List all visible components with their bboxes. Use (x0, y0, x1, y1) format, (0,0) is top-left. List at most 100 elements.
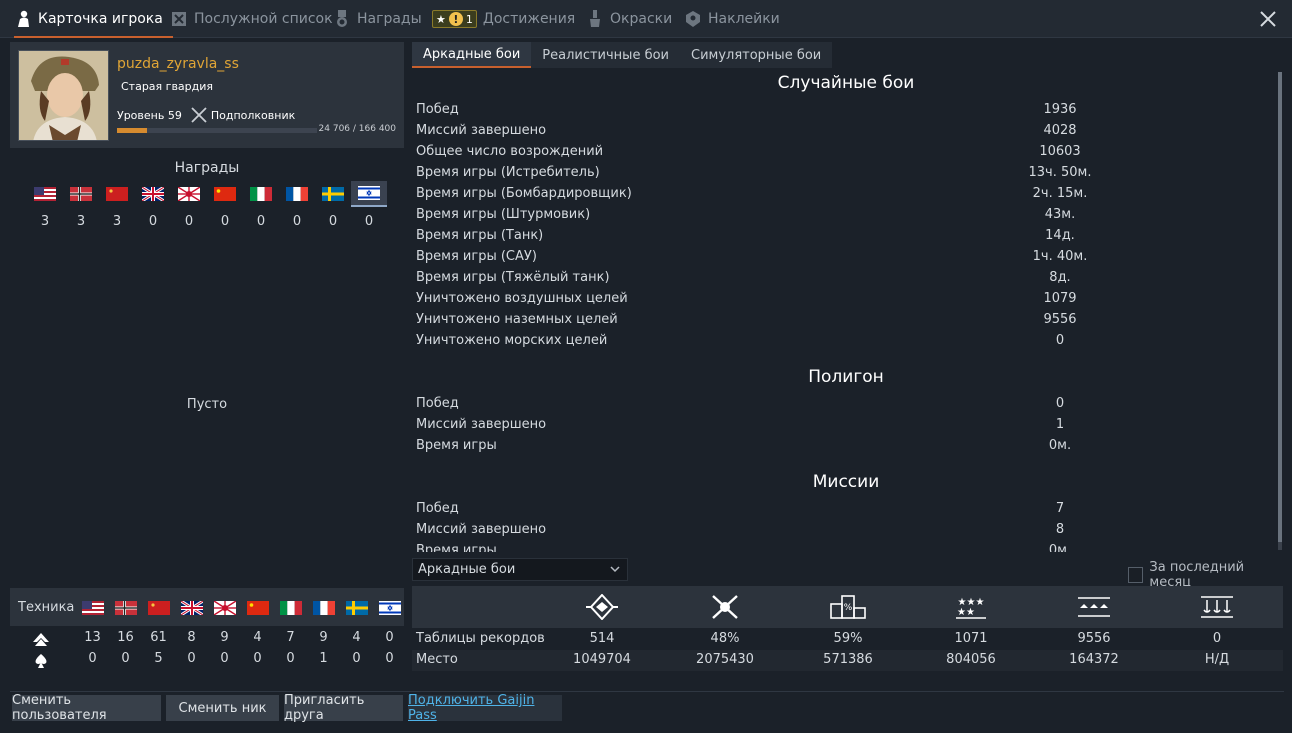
flag-sweden[interactable] (315, 181, 351, 207)
flag-usa[interactable] (27, 181, 63, 207)
stat-row: Миссий завершено 4028 (416, 123, 1276, 144)
change-nick-button[interactable]: Сменить ник (166, 695, 279, 721)
place-value: Н/Д (1204, 652, 1230, 667)
stat-row: Побед 0 (416, 396, 1276, 417)
tab-label: Послужной список (194, 11, 333, 27)
flag-britain (175, 595, 208, 621)
premium-vehicles-row: 0 0 5 0 0 0 0 1 0 0 (10, 651, 404, 671)
close-icon[interactable] (1258, 9, 1278, 29)
tab-paints[interactable]: Окраски (586, 0, 672, 38)
tab-label: Наклейки (708, 11, 780, 27)
tab-simulator[interactable]: Симуляторные бои (680, 42, 832, 68)
award-count: 3 (40, 214, 50, 229)
tab-service-record[interactable]: Послужной список (170, 0, 333, 38)
stat-row: Уничтожено воздушных целей 1079 (416, 291, 1276, 312)
stat-value: 4028 (1043, 123, 1077, 138)
checkbox[interactable] (1128, 567, 1144, 583)
flag-germany[interactable] (63, 181, 99, 207)
researched-count: 9 (319, 630, 328, 645)
awards-counts: 3 3 3 0 0 0 0 0 0 0 (27, 214, 387, 229)
svg-text:★★: ★★ (957, 607, 975, 618)
stat-row: Миссий завершено 8 (416, 522, 1276, 543)
records-value: 9556 (1077, 631, 1111, 646)
awards-country-flags (27, 181, 387, 207)
mode-dropdown[interactable]: Аркадные бои (412, 558, 628, 581)
place-row: Место 1049704 2075430 571386 804056 1643… (412, 650, 1283, 671)
flag-france[interactable] (279, 181, 315, 207)
stat-value: 43м. (1044, 207, 1076, 222)
researched-count: 4 (352, 630, 361, 645)
xp-progress-fill (117, 128, 147, 133)
place-value: 804056 (946, 652, 996, 667)
award-count: 0 (148, 214, 158, 229)
avatar[interactable] (18, 50, 109, 141)
gaijin-pass-link[interactable]: Подключить Gaijin Pass (408, 693, 562, 723)
flag-ussr[interactable] (99, 181, 135, 207)
username[interactable]: puzda_zyravla_ss (117, 56, 239, 72)
stat-label: Уничтожено морских целей (416, 333, 608, 348)
player-level: Уровень 59 (117, 108, 182, 122)
stat-row: Побед 7 (416, 501, 1276, 522)
left-panel: puzda_zyravla_ss Старая гвардия Уровень … (10, 42, 404, 692)
achievements-badge: ★ ! 1 (432, 10, 477, 28)
warning-icon: ! (448, 12, 463, 26)
tab-awards[interactable]: Награды (333, 0, 422, 38)
researched-count: 8 (187, 630, 196, 645)
decal-icon (684, 10, 702, 28)
vehicles-label: Техника (18, 600, 75, 615)
stat-label: Время игры (Тяжёлый танк) (416, 270, 610, 285)
xp-text: 24 706 / 166 400 (318, 124, 396, 134)
records-value: 59% (833, 631, 863, 646)
place-value: 2075430 (696, 652, 754, 667)
stat-row: Миссий завершено 1 (416, 417, 1276, 438)
premium-count: 0 (121, 651, 130, 666)
scrollbar-thumb[interactable] (1278, 72, 1282, 542)
stat-label: Уничтожено наземных целей (416, 312, 618, 327)
flag-israel (373, 595, 406, 621)
tab-realistic[interactable]: Реалистичные бои (531, 42, 680, 68)
tab-achievements[interactable]: ★ ! 1 Достижения (432, 0, 575, 38)
xp-progress-bar (117, 128, 317, 133)
flag-china (241, 595, 274, 621)
stats-scrollbar[interactable] (1278, 72, 1282, 550)
award-count: 0 (184, 214, 194, 229)
flag-italy[interactable] (243, 181, 279, 207)
flag-france (307, 595, 340, 621)
stat-row: Время игры (Тяжёлый танк) 8д. (416, 270, 1276, 291)
stat-value: 14д. (1045, 228, 1075, 243)
stat-row: Уничтожено наземных целей 9556 (416, 312, 1276, 333)
rank-name: Подполковник (210, 108, 296, 122)
records-value: 0 (1212, 631, 1222, 646)
place-value: 1049704 (573, 652, 631, 667)
player-title: Старая гвардия (121, 80, 214, 93)
flag-israel[interactable] (351, 181, 387, 207)
stat-value: 0 (1055, 396, 1065, 411)
section-title: Миссии (812, 472, 880, 492)
flag-china[interactable] (207, 181, 243, 207)
stat-value: 0м. (1048, 438, 1072, 453)
tab-arcade[interactable]: Аркадные бои (412, 42, 532, 68)
tab-decals[interactable]: Наклейки (684, 0, 780, 38)
stat-row: Время игры (Штурмовик) 43м. (416, 207, 1276, 228)
stats-panel: Аркадные бои Реалистичные бои Симуляторн… (410, 42, 1284, 692)
flag-italy (274, 595, 307, 621)
stat-row: Время игры (САУ) 1ч. 40м. (416, 249, 1276, 270)
records-row: Таблицы рекордов 514 48% 59% 1071 9556 0 (412, 629, 1283, 650)
flag-japan (208, 595, 241, 621)
section-title: Полигон (808, 367, 884, 387)
invite-friend-button[interactable]: Пригласить друга (284, 693, 403, 723)
game-mode-tabs: Аркадные бои Реалистичные бои Симуляторн… (412, 42, 833, 68)
place-value: 571386 (823, 652, 873, 667)
researched-count: 7 (286, 630, 295, 645)
stat-row: Время игры (Истребитель) 13ч. 50м. (416, 165, 1276, 186)
tab-player-card[interactable]: Карточка игрока (14, 0, 173, 38)
flag-japan[interactable] (171, 181, 207, 207)
stat-row: Общее число возрождений 10603 (416, 144, 1276, 165)
stat-label: Время игры (Бомбардировщик) (416, 186, 632, 201)
mode-dropdown-value: Аркадные бои (418, 562, 516, 577)
place-value: 164372 (1069, 652, 1119, 667)
stats-list[interactable]: Случайные бои Побед 1936 Миссий завершено… (416, 70, 1276, 552)
flag-britain[interactable] (135, 181, 171, 207)
switch-user-button[interactable]: Сменить пользователя (12, 693, 161, 723)
svg-text:%: % (844, 603, 853, 613)
